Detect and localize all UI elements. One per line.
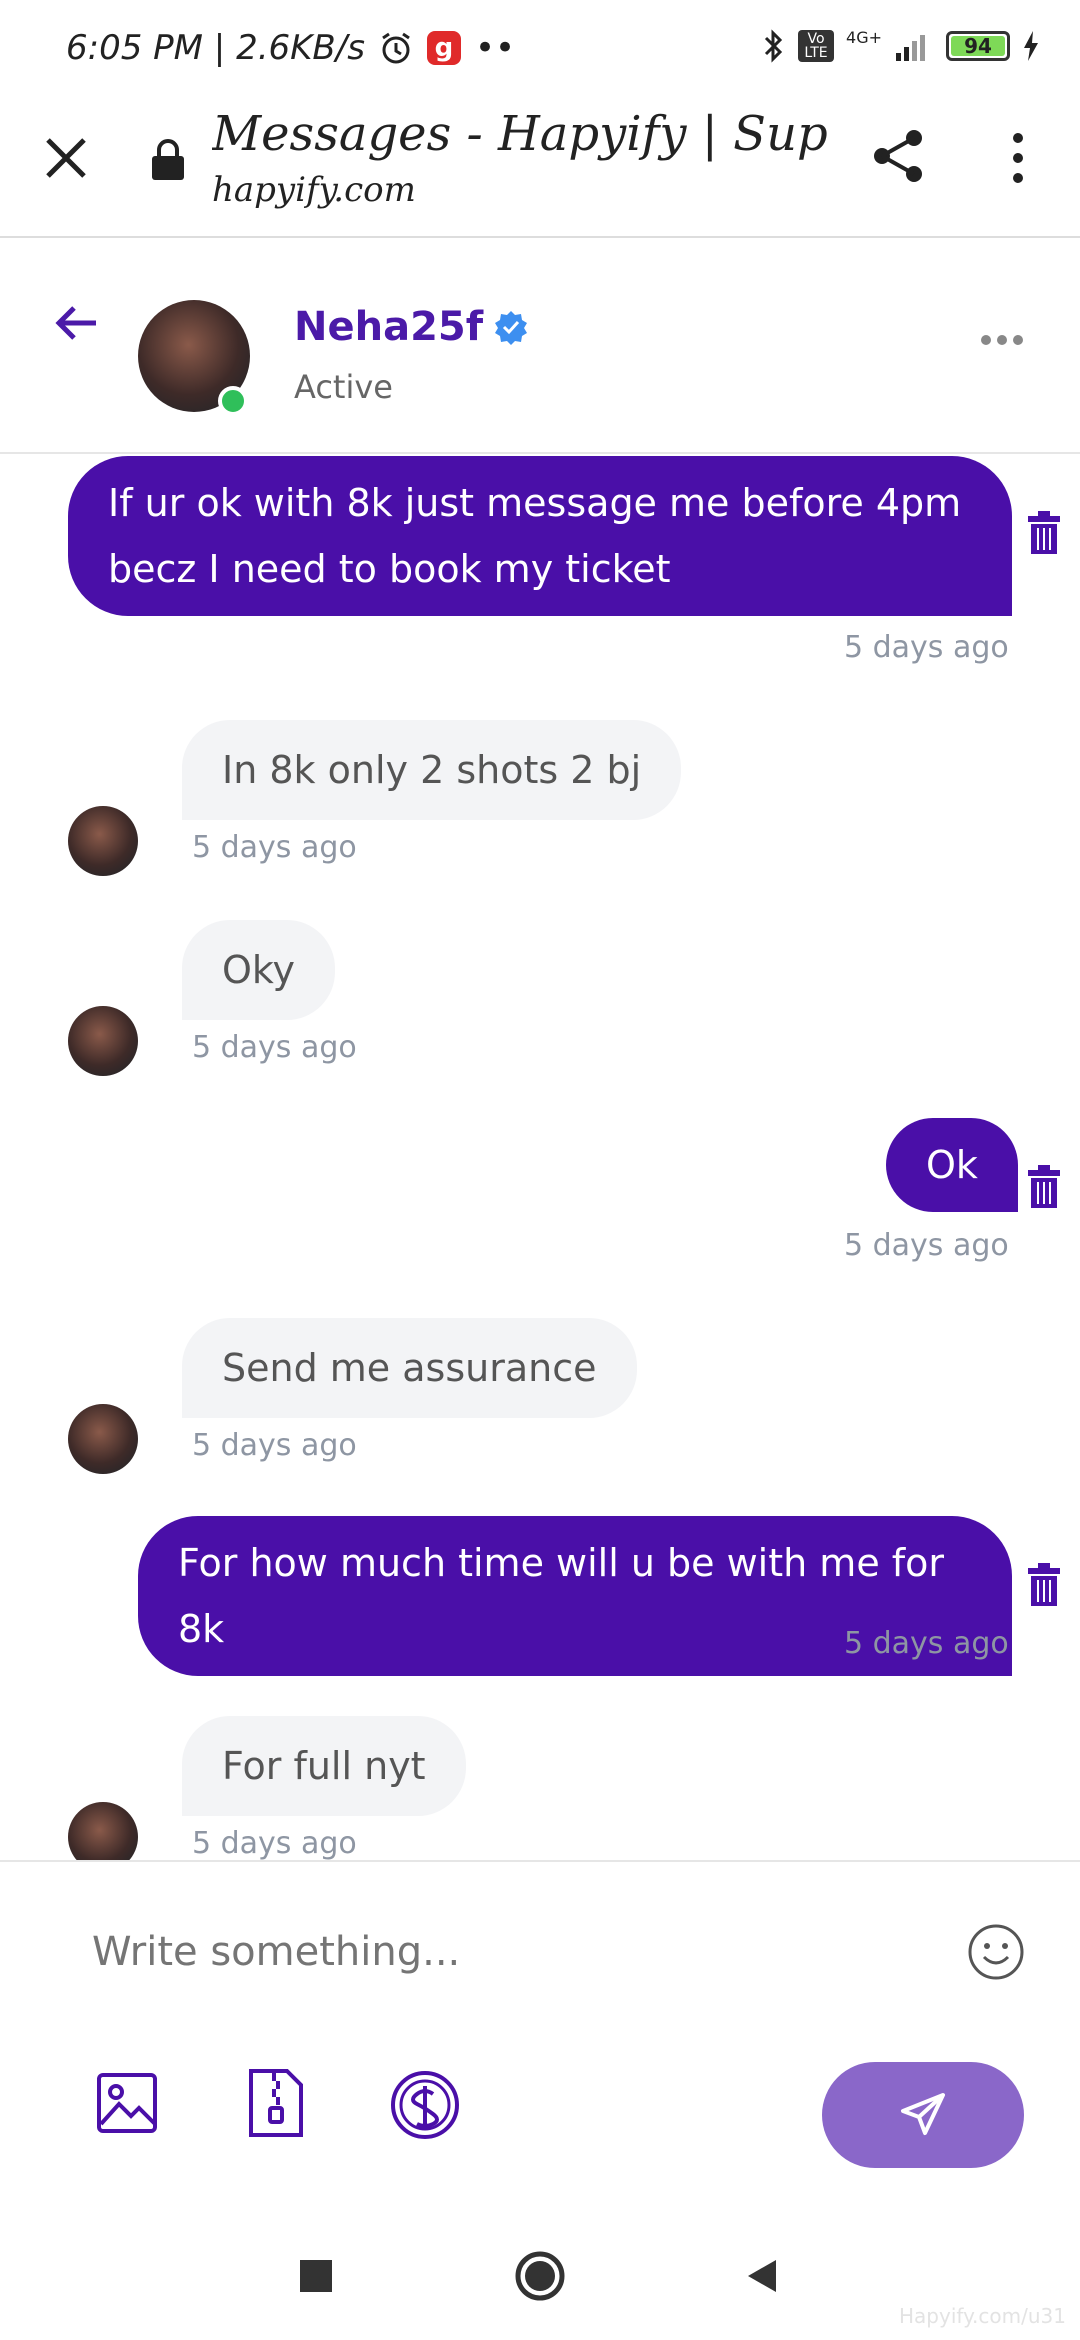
message-time: 5 days ago [192, 830, 357, 865]
contact-name-row[interactable]: Neha25f [294, 304, 529, 350]
send-icon [901, 2093, 945, 2135]
message-bubble-incoming[interactable]: Oky [182, 920, 336, 1020]
sender-avatar [68, 1802, 138, 1860]
message-time: 5 days ago [192, 1030, 357, 1065]
contact-name[interactable]: Neha25f [294, 304, 483, 350]
message-time: 5 days ago [192, 1826, 357, 1860]
bluetooth-icon [764, 29, 783, 63]
battery-icon: 94 [946, 31, 1010, 61]
message-bubble-incoming[interactable]: For full nyt [182, 1716, 466, 1816]
message-bubble-outgoing[interactable]: If ur ok with 8k just message me before … [68, 456, 1012, 616]
page-url[interactable]: hapyify.com [212, 170, 416, 210]
message-text: Oky [222, 948, 296, 992]
message-text: If ur ok with 8k just message me before … [108, 481, 962, 591]
system-nav-bar: Hapyify.com/u31 [0, 2212, 1080, 2340]
more-vert-icon[interactable] [1000, 128, 1036, 188]
app-badge: g [426, 31, 461, 65]
home-button[interactable] [514, 2250, 566, 2302]
message-text: For full nyt [222, 1744, 426, 1788]
lock-icon [152, 139, 184, 180]
share-icon[interactable] [868, 126, 928, 186]
emoji-icon[interactable] [966, 1922, 1026, 1982]
page-title[interactable]: Messages - Hapyify | Sup... [212, 106, 832, 162]
message-text: Ok [926, 1143, 978, 1187]
watermark: Hapyify.com/u31 [899, 2304, 1066, 2328]
message-time: 5 days ago [844, 630, 1009, 665]
status-time-speed: 6:05 PM | 2.6KB/s [66, 28, 365, 68]
dollar-icon[interactable] [390, 2070, 460, 2140]
zip-file-icon[interactable] [248, 2068, 304, 2138]
charging-icon [1024, 31, 1038, 61]
more-dots-icon: •• [474, 28, 516, 68]
message-text: In 8k only 2 shots 2 bj [222, 748, 642, 792]
online-indicator [218, 386, 248, 416]
sender-avatar [68, 1006, 138, 1076]
image-icon[interactable] [96, 2072, 158, 2134]
message-time: 5 days ago [844, 1626, 1009, 1661]
more-horiz-icon[interactable] [978, 330, 1026, 350]
message-bubble-outgoing[interactable]: Ok [886, 1118, 1018, 1212]
message-time: 5 days ago [844, 1228, 1009, 1263]
network-label: 4G+ [846, 28, 882, 47]
status-bar: 6:05 PM | 2.6KB/s g •• Vo LTE 4G+ 94 [0, 0, 1080, 100]
message-text: For how much time will u be with me for … [178, 1541, 945, 1651]
back-button[interactable] [742, 2256, 782, 2296]
status-right: Vo LTE 4G+ 94 [762, 28, 1040, 64]
trash-icon[interactable] [1024, 510, 1064, 556]
volte-icon: Vo LTE [798, 30, 835, 62]
message-list[interactable]: If ur ok with 8k just message me before … [0, 454, 1080, 1860]
message-time: 5 days ago [192, 1428, 357, 1463]
battery-level: 94 [964, 34, 992, 58]
message-input[interactable] [90, 1928, 914, 1976]
message-composer [0, 1860, 1080, 2214]
alarm-icon [382, 32, 410, 64]
sender-avatar [68, 1404, 138, 1474]
browser-toolbar: Messages - Hapyify | Sup... hapyify.com [0, 100, 1080, 238]
verified-icon [495, 311, 528, 345]
chat-header: Neha25f Active [0, 238, 1080, 454]
back-arrow-icon[interactable] [52, 298, 102, 348]
trash-icon[interactable] [1024, 1164, 1064, 1210]
send-button[interactable] [822, 2062, 1024, 2168]
contact-status: Active [294, 368, 393, 406]
status-left: 6:05 PM | 2.6KB/s g •• [66, 28, 515, 68]
message-bubble-incoming[interactable]: Send me assurance [182, 1318, 637, 1418]
close-icon[interactable] [36, 128, 96, 188]
signal-icon [896, 35, 925, 61]
trash-icon[interactable] [1024, 1562, 1064, 1608]
message-bubble-incoming[interactable]: In 8k only 2 shots 2 bj [182, 720, 682, 820]
recent-apps-button[interactable] [300, 2260, 332, 2292]
message-text: Send me assurance [222, 1346, 597, 1390]
sender-avatar [68, 806, 138, 876]
